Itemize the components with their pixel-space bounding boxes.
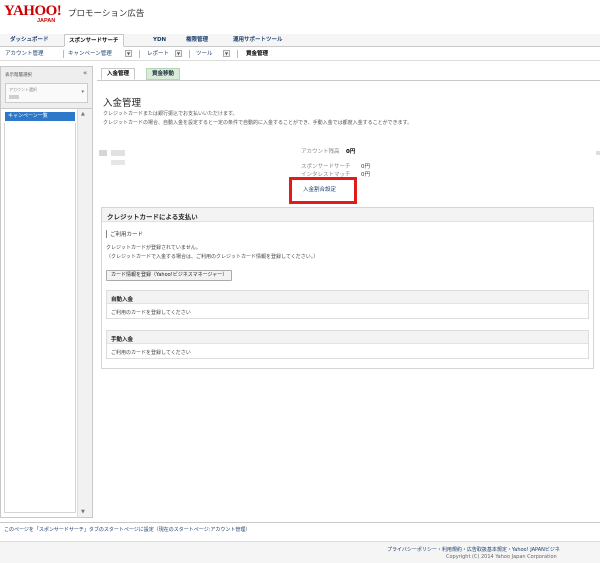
scroll-up-icon[interactable]: ▲ (81, 111, 85, 117)
logo-text: YAHOO! (4, 3, 62, 19)
page-description: クレジットカードまたは銀行振込でお支払いいただけます。 (103, 111, 238, 117)
highlight-annotation (289, 177, 357, 204)
credit-card-panel: クレジットカードによる支払い ご利用カード クレジットカードが登録されていません… (101, 207, 594, 369)
used-card-label: ご利用カード (106, 230, 143, 238)
subnav-separator (139, 50, 140, 58)
collapse-icon[interactable]: « (83, 70, 87, 77)
manual-deposit-panel: 手動入金 ご利用のカードを登録してください (106, 330, 589, 359)
register-card-button[interactable]: カード情報を登録（Yahoo!ビジネスマネージャー） (106, 270, 233, 281)
account-selector[interactable]: アカウント選択 ▾ (5, 83, 88, 103)
sponsored-search-balance-value: 0円 (361, 164, 370, 170)
subnav-separator (189, 50, 190, 58)
sidebar-header: 表示階層選択 « アカウント選択 ▾ (1, 67, 92, 109)
account-balance-label: アカウント残高 (301, 149, 340, 155)
subnav-campaign[interactable]: キャンペーン管理 (68, 49, 112, 59)
auto-deposit-header: 自動入金 (107, 291, 588, 304)
logo-sub-text: JAPAN (37, 18, 56, 24)
account-id-blurred (111, 150, 125, 156)
account-id-blurred (99, 150, 107, 156)
edge-marker (596, 151, 600, 155)
footer-links[interactable]: プライバシーポリシー・利用規約・広告取扱基本規定・Yahoo! JAPANビジネ (387, 546, 560, 553)
subnav-tool[interactable]: ツール (196, 49, 213, 59)
subnav-separator (237, 50, 238, 58)
header: YAHOO! JAPAN プロモーション広告 (0, 0, 600, 34)
subnav-account[interactable]: アカウント管理 (5, 49, 44, 59)
sidebar-tree-panel (4, 123, 76, 513)
page-description: クレジットカードの場合、自動入金を設定すると一定の条件で自動的に入金することがで… (103, 120, 413, 126)
sidebar-item-campaign-list[interactable]: キャンペーン一覧 (5, 112, 75, 121)
subnav-separator (63, 50, 64, 58)
card-not-registered-text: クレジットカードが登録されていません。 (106, 245, 201, 251)
chevron-down-icon[interactable]: ▼ (175, 50, 182, 57)
sidebar: 表示階層選択 « アカウント選択 ▾ キャンペーン一覧 ▲ ▼ (0, 66, 93, 518)
account-selector-label: アカウント選択 (9, 87, 37, 92)
tab-dashboard[interactable]: ダッシュボード (6, 34, 53, 47)
account-id-blurred (111, 160, 125, 165)
interest-match-balance-value: 0円 (361, 172, 370, 178)
auto-deposit-panel: 自動入金 ご利用のカードを登録してください (106, 290, 589, 319)
page-title: 入金管理 (103, 98, 142, 109)
tab-fund-transfer[interactable]: 資金移動 (146, 68, 181, 80)
scroll-down-icon[interactable]: ▼ (81, 509, 85, 515)
subnav-funds[interactable]: 資金管理 (246, 49, 268, 59)
sub-nav: アカウント管理 キャンペーン管理 ▼ レポート ▼ ツール ▼ 資金管理 (0, 47, 600, 61)
sidebar-title: 表示階層選択 (5, 73, 32, 78)
tab-support-tool[interactable]: 運用サポートツール (229, 34, 287, 47)
card-register-note: （クレジットカードで入金する場合は、ご利用のクレジットカード情報を登録してくださ… (106, 254, 319, 260)
service-name: プロモーション広告 (68, 9, 145, 19)
manual-deposit-title: 手動入金 (111, 337, 134, 343)
tab-deposit-management[interactable]: 入金管理 (101, 68, 136, 80)
set-start-page-link[interactable]: このページを「スポンサードサーチ」タブのスタートページに設定（現在のスタートペー… (4, 526, 250, 533)
copyright: Copyright (C) 2014 Yahoo Japan Corporati… (446, 554, 557, 560)
tab-ydn[interactable]: YDN (149, 34, 170, 47)
main-tabs: ダッシュボード スポンサードサーチ YDN 権限管理 運用サポートツール (0, 34, 600, 47)
tab-permission[interactable]: 権限管理 (182, 34, 212, 47)
subnav-report[interactable]: レポート (147, 49, 169, 59)
main-content: 入金管理 資金移動 入金管理 クレジットカードまたは銀行振込でお支払いいただけま… (97, 66, 600, 518)
credit-card-title: クレジットカードによる支払い (107, 213, 198, 221)
credit-card-panel-header: クレジットカードによる支払い (102, 208, 593, 222)
auto-deposit-message: ご利用のカードを登録してください (111, 310, 191, 316)
chevron-down-icon: ▾ (81, 89, 84, 95)
yahoo-japan-logo[interactable]: YAHOO! JAPAN (4, 4, 68, 26)
tab-sponsored-search[interactable]: スポンサードサーチ (64, 34, 124, 47)
sidebar-scrollbar[interactable]: ▲ ▼ (77, 109, 92, 517)
manual-deposit-message: ご利用のカードを登録してください (111, 350, 191, 356)
tab-divider (97, 80, 600, 81)
start-page-row: このページを「スポンサードサーチ」タブのスタートページに設定（現在のスタートペー… (0, 522, 600, 534)
account-name-blurred (9, 95, 19, 99)
sponsored-search-balance-label: スポンサードサーチ (301, 164, 351, 170)
account-balance-value: 0円 (346, 149, 356, 155)
footer: プライバシーポリシー・利用規約・広告取扱基本規定・Yahoo! JAPANビジネ… (0, 541, 600, 563)
auto-deposit-title: 自動入金 (111, 297, 134, 303)
chevron-down-icon[interactable]: ▼ (223, 50, 230, 57)
manual-deposit-header: 手動入金 (107, 331, 588, 344)
chevron-down-icon[interactable]: ▼ (125, 50, 132, 57)
